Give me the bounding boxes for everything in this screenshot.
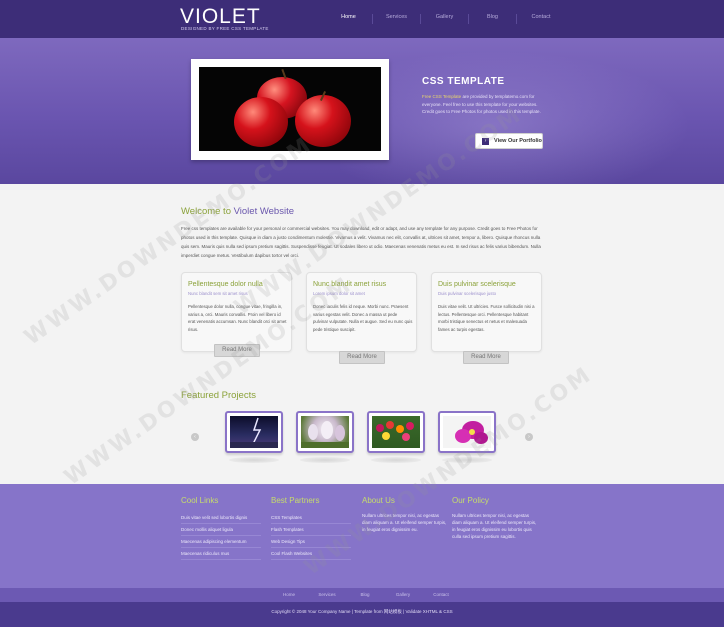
apples-photo (199, 67, 381, 151)
apple-image (234, 97, 288, 147)
card-title[interactable]: Pellentesque dolor nulla (188, 281, 263, 288)
flower-icon (301, 421, 349, 448)
bottom-nav-gallery[interactable]: Gallery (384, 592, 422, 597)
banner-title: CSS TEMPLATE (422, 76, 505, 87)
feature-card: Pellentesque dolor nulla Nunc blandit se… (181, 272, 292, 352)
carousel-prev-icon[interactable]: ‹ (191, 433, 199, 441)
orchid-icon (455, 421, 488, 444)
main-nav: Home Services Gallery Blog Contact (325, 14, 565, 24)
about-us-title: About Us (362, 496, 395, 505)
welcome-title-prefix: Welcome to (181, 206, 234, 217)
thumb-shadow (300, 457, 350, 463)
read-more-button[interactable]: Read More (463, 351, 509, 364)
project-thumbnail[interactable] (296, 411, 354, 453)
card-subtitle: Duis pulvinar scelerisque justo (438, 291, 497, 296)
view-portfolio-label: View Our Portfolio (494, 138, 542, 144)
card-title[interactable]: Nunc blandit amet risus (313, 281, 386, 288)
orchid-image (443, 416, 491, 448)
card-subtitle: Lorem ipsum dolor sit amet (313, 291, 365, 296)
bottom-nav-blog[interactable]: Blog (346, 592, 384, 597)
nav-gallery[interactable]: Gallery (421, 14, 469, 24)
cool-links-title: Cool Links (181, 496, 219, 505)
cool-links-column: Cool Links Duis vitae velit sed lobortis… (181, 496, 261, 560)
nav-contact[interactable]: Contact (517, 14, 565, 24)
feature-card: Duis pulvinar scelerisque Duis pulvinar … (431, 272, 542, 352)
welcome-text: Free css templates are available for you… (181, 226, 541, 258)
nav-services[interactable]: Services (373, 14, 421, 24)
thumb-shadow (371, 457, 421, 463)
partner-link-item[interactable]: Flash Templates (271, 524, 351, 536)
lightning-image (230, 416, 278, 448)
bottom-nav-home[interactable]: Home (270, 592, 308, 597)
bottom-nav: Home Services Blog Gallery Contact (270, 592, 460, 597)
about-us-column: About Us Nullam ultrices tempor nisi, ac… (362, 496, 446, 533)
thumb-shadow (442, 457, 492, 463)
our-policy-column: Our Policy Nullam ultrices tempor nisi, … (452, 496, 536, 540)
card-title[interactable]: Duis pulvinar scelerisque (438, 281, 516, 288)
bottom-nav-contact[interactable]: Contact (422, 592, 460, 597)
banner-text: Free CSS Template are provided by templa… (422, 93, 547, 116)
flower-icon (376, 421, 414, 441)
featured-projects-title: Featured Projects (181, 390, 256, 401)
banner-image-frame (191, 59, 389, 160)
partner-link-item[interactable]: Cool Flash Websites (271, 548, 351, 560)
crocus-image (301, 416, 349, 448)
welcome-title-highlight: Violet Website (233, 206, 295, 217)
our-policy-text: Nullam ultrices tempor nisi, ac egestas … (452, 513, 537, 539)
copyright-text: Copyright © 2048 Your Company Name | Tem… (271, 609, 453, 614)
card-subtitle: Nunc blandit sem sit amet risus (188, 291, 248, 296)
read-more-button[interactable]: Read More (339, 351, 385, 364)
card-text: Donec iaculis felis id neque. Morbi nunc… (313, 304, 413, 332)
partner-link-item[interactable]: Web Design Tips (271, 536, 351, 548)
flowers-image (372, 416, 420, 448)
welcome-title: Welcome to Violet Website (181, 206, 294, 217)
cool-link-item[interactable]: Duis vitae velit sed lobortis dignis (181, 512, 261, 524)
card-text: Pellentesque dolor nulla, congue vitae, … (188, 304, 287, 332)
project-thumbnail[interactable] (438, 411, 496, 453)
read-more-button[interactable]: Read More (214, 344, 260, 357)
best-partners-column: Best Partners CSS Templates Flash Templa… (271, 496, 351, 560)
best-partners-title: Best Partners (271, 496, 320, 505)
banner-text-link[interactable]: Free CSS Template (422, 94, 461, 99)
header: VIOLET DESIGNED BY FREE CSS TEMPLATE Hom… (0, 0, 724, 38)
about-us-text: Nullam ultrices tempor nisi, ac egestas … (362, 513, 447, 532)
nav-blog[interactable]: Blog (469, 14, 517, 24)
carousel-next-icon[interactable]: › (525, 433, 533, 441)
bottom-nav-services[interactable]: Services (308, 592, 346, 597)
view-portfolio-button[interactable]: › View Our Portfolio (475, 133, 543, 149)
tagline: DESIGNED BY FREE CSS TEMPLATE (181, 26, 269, 31)
cool-link-item[interactable]: Maecenas ridiculus mus (181, 548, 261, 560)
project-thumbnail[interactable] (367, 411, 425, 453)
our-policy-title: Our Policy (452, 496, 489, 505)
nav-home[interactable]: Home (325, 14, 373, 24)
apple-image (295, 95, 351, 147)
project-thumbnail[interactable] (225, 411, 283, 453)
cool-link-item[interactable]: Donec mollis aliquet ligula (181, 524, 261, 536)
feature-card: Nunc blandit amet risus Lorem ipsum dolo… (306, 272, 417, 352)
lightning-icon (230, 417, 278, 448)
thumb-shadow (229, 457, 279, 463)
card-text: Duis vitae velit. Ut ultricies. Fusce so… (438, 304, 535, 332)
arrow-right-icon: › (482, 137, 489, 145)
page: VIOLET DESIGNED BY FREE CSS TEMPLATE Hom… (0, 0, 724, 627)
cool-link-item[interactable]: Maecenas adipiscing elementum (181, 536, 261, 548)
partner-link-item[interactable]: CSS Templates (271, 512, 351, 524)
